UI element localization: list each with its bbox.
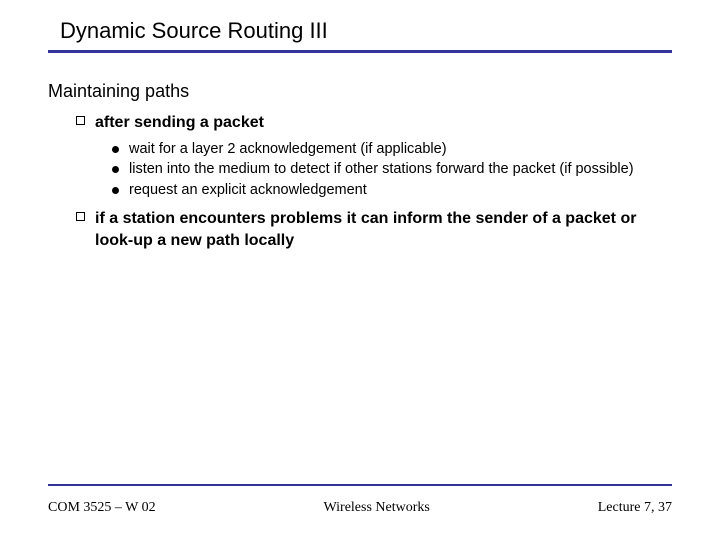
slide-title: Dynamic Source Routing III bbox=[48, 18, 672, 50]
dot-bullet-icon bbox=[112, 146, 119, 153]
bullet-text: listen into the medium to detect if othe… bbox=[129, 160, 634, 179]
square-bullet-icon bbox=[76, 212, 85, 221]
bullet-level1: if a station encounters problems it can … bbox=[76, 208, 672, 251]
dot-bullet-icon bbox=[112, 166, 119, 173]
bullet-text: if a station encounters problems it can … bbox=[95, 208, 672, 251]
bullet-level2: wait for a layer 2 acknowledgement (if a… bbox=[112, 140, 662, 159]
bullet-text: after sending a packet bbox=[95, 112, 264, 134]
bullet-level1: after sending a packet bbox=[76, 112, 672, 134]
bullet-text: wait for a layer 2 acknowledgement (if a… bbox=[129, 140, 447, 159]
title-rule bbox=[48, 50, 672, 53]
footer-rule bbox=[48, 484, 672, 486]
section-heading: Maintaining paths bbox=[48, 81, 672, 102]
square-bullet-icon bbox=[76, 116, 85, 125]
dot-bullet-icon bbox=[112, 187, 119, 194]
footer-center: Wireless Networks bbox=[324, 500, 430, 516]
bullet-text: request an explicit acknowledgement bbox=[129, 181, 367, 200]
slide: Dynamic Source Routing III Maintaining p… bbox=[0, 0, 720, 540]
sub-bullet-group: wait for a layer 2 acknowledgement (if a… bbox=[48, 140, 672, 201]
bullet-level2: listen into the medium to detect if othe… bbox=[112, 160, 662, 179]
footer-left: COM 3525 – W 02 bbox=[48, 500, 156, 516]
footer-right: Lecture 7, 37 bbox=[598, 500, 672, 516]
bullet-level2: request an explicit acknowledgement bbox=[112, 181, 662, 200]
footer: COM 3525 – W 02 Wireless Networks Lectur… bbox=[48, 500, 672, 516]
